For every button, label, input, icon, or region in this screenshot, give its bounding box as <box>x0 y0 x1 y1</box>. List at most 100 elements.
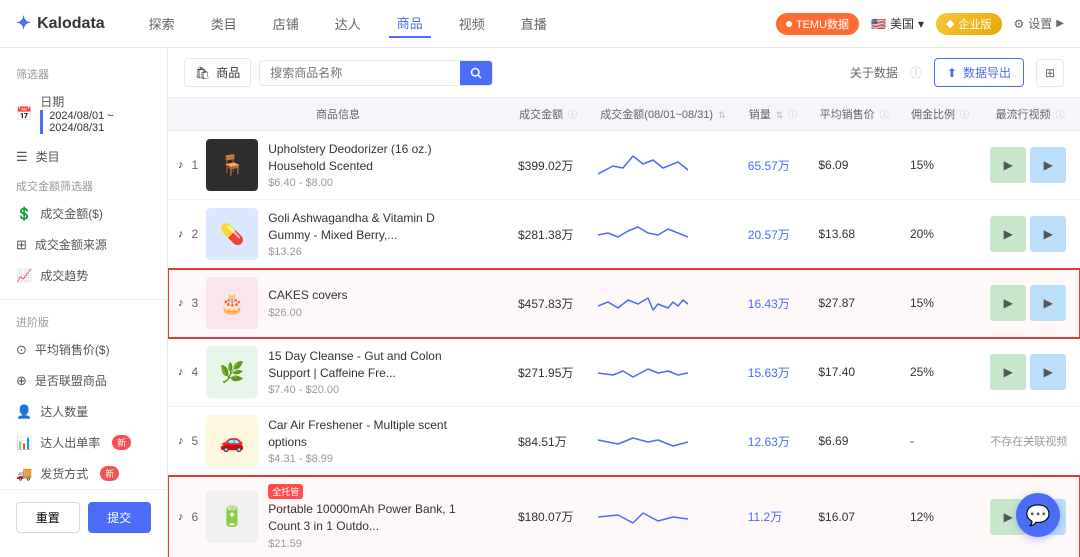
sidebar-item-amount-source[interactable]: ⊞ 成交金额来源 <box>0 229 167 260</box>
commission-value: 25% <box>910 365 934 379</box>
table-row[interactable]: ♪ 6 🔋 全托管 Portable 10000mAh Power Bank, … <box>168 476 1080 557</box>
commission-value: - <box>910 434 914 448</box>
product-image: 🎂 <box>206 277 258 329</box>
avg-price-cell: $17.40 <box>808 338 900 407</box>
sidebar-item-avg-price[interactable]: ⊙ 平均销售价($) <box>0 334 167 365</box>
grid-icon: ⊞ <box>1045 66 1055 80</box>
product-price: $4.31 - $8.99 <box>268 453 468 465</box>
reset-button[interactable]: 重置 <box>16 502 80 533</box>
video-thumb-1[interactable]: ▶ <box>990 147 1026 183</box>
video-thumbnails: ▶ ▶ <box>990 147 1070 183</box>
rank-number: 5 <box>192 434 199 448</box>
table-row[interactable]: ♪ 4 🌿 15 Day Cleanse - Gut and Colon Sup… <box>168 338 1080 407</box>
enterprise-label: 企业版 <box>959 16 992 32</box>
temu-badge[interactable]: TEMU数据 <box>776 13 859 35</box>
dollar-icon: 💲 <box>16 206 32 222</box>
tiktok-icon: ♪ <box>178 228 184 240</box>
submit-button[interactable]: 提交 <box>88 502 152 533</box>
search-input[interactable] <box>260 61 460 85</box>
logo[interactable]: ✦ Kalodata <box>16 13 105 34</box>
video-thumb-2[interactable]: ▶ <box>1030 216 1066 252</box>
chat-icon: 💬 <box>1026 503 1051 528</box>
col-amount[interactable]: 成交金额 ⓘ <box>508 98 588 131</box>
col-avg-price[interactable]: 平均销售价 ⓘ <box>808 98 900 131</box>
nav-video[interactable]: 视频 <box>451 10 493 37</box>
product-info: 15 Day Cleanse - Gut and Colon Support |… <box>268 348 468 397</box>
col-sales[interactable]: 销量 ⇅ ⓘ <box>738 98 809 131</box>
sidebar-item-creator-single[interactable]: 📊 达人出单率 新 <box>0 427 167 458</box>
enterprise-badge[interactable]: ◆ 企业版 <box>936 13 1001 35</box>
sidebar-item-creator-count[interactable]: 👤 达人数量 <box>0 396 167 427</box>
sales-value: 16.43万 <box>748 297 790 311</box>
table-row[interactable]: ♪ 1 🪑 Upholstery Deodorizer (16 oz.) Hou… <box>168 131 1080 200</box>
help-text[interactable]: 关于数据 <box>850 64 898 81</box>
amount-value: $399.02万 <box>518 159 573 173</box>
amount-cell: $399.02万 <box>508 131 588 200</box>
chevron-right-icon: ▶ <box>1056 18 1064 29</box>
col-commission[interactable]: 佣金比例 ⓘ <box>900 98 980 131</box>
product-info: 全托管 Portable 10000mAh Power Bank, 1 Coun… <box>268 484 468 550</box>
video-thumb-2[interactable]: ▶ <box>1030 354 1066 390</box>
amount-value: $281.38万 <box>518 228 573 242</box>
product-info: Goli Ashwagandha & Vitamin D Gummy - Mix… <box>268 210 468 259</box>
product-cell: 🚗 Car Air Freshener - Multiple scent opt… <box>206 415 468 467</box>
logo-icon: ✦ <box>16 13 31 34</box>
nav-store[interactable]: 店铺 <box>265 10 307 37</box>
table-row[interactable]: ♪ 3 🎂 CAKES covers $26.00 $457.83万 16.43… <box>168 269 1080 338</box>
nav-creator[interactable]: 达人 <box>327 10 369 37</box>
sidebar-divider-1 <box>0 299 167 300</box>
monthly-chart-cell <box>588 407 738 476</box>
amount-cell: $271.95万 <box>508 338 588 407</box>
export-button[interactable]: ⬆ 数据导出 <box>934 58 1024 87</box>
content-area: 🛍 商品 关于数据 ⓘ ⬆ <box>168 48 1080 557</box>
product-cell: 🌿 15 Day Cleanse - Gut and Colon Support… <box>206 346 468 398</box>
nav-category[interactable]: 类目 <box>203 10 245 37</box>
ship-icon: 🚚 <box>16 466 32 482</box>
sidebar-item-amount-s[interactable]: 💲 成交金额($) <box>0 198 167 229</box>
region-selector[interactable]: 🇺🇸 美国 ▾ <box>871 15 924 32</box>
rank-cell: ♪ 3 🎂 CAKES covers $26.00 <box>168 269 508 338</box>
video-thumb-2[interactable]: ▶ <box>1030 147 1066 183</box>
col-monthly-amount[interactable]: 成交金额(08/01~08/31) ⇅ <box>588 98 738 131</box>
sales-help-icon: ⓘ <box>788 110 797 120</box>
amount-filter-label: 成交金额筛选器 <box>0 172 167 198</box>
col-trending-video[interactable]: 最流行视频 ⓘ <box>980 98 1080 131</box>
play-icon: ▶ <box>1044 227 1053 241</box>
view-toggle-button[interactable]: ⊞ <box>1036 59 1064 87</box>
nav-explore[interactable]: 探索 <box>141 10 183 37</box>
sidebar-item-date[interactable]: 📅 日期 2024/08/01 ~ 2024/08/31 <box>0 86 167 141</box>
sidebar-item-ship-method[interactable]: 🚚 发货方式 新 <box>0 458 167 489</box>
product-cell: 💊 Goli Ashwagandha & Vitamin D Gummy - M… <box>206 208 468 260</box>
product-image: 🌿 <box>206 346 258 398</box>
amount-value: $457.83万 <box>518 297 573 311</box>
chat-button[interactable]: 💬 <box>1016 493 1060 537</box>
product-type-button[interactable]: 🛍 商品 <box>184 58 251 87</box>
nav-live[interactable]: 直播 <box>513 10 555 37</box>
sidebar-item-amount-trend[interactable]: 📈 成交趋势 <box>0 260 167 291</box>
sidebar-item-affiliate[interactable]: ⊕ 是否联盟商品 <box>0 365 167 396</box>
table-row[interactable]: ♪ 2 💊 Goli Ashwagandha & Vitamin D Gummy… <box>168 200 1080 269</box>
nav-product[interactable]: 商品 <box>389 9 431 38</box>
avg-price-cell: $16.07 <box>808 476 900 557</box>
trend-icon: 📈 <box>16 268 32 284</box>
export-label: 数据导出 <box>963 64 1011 81</box>
sidebar-item-category[interactable]: ☰ 类目 <box>0 141 167 172</box>
search-button[interactable] <box>460 61 492 85</box>
product-cell: 🪑 Upholstery Deodorizer (16 oz.) Househo… <box>206 139 468 191</box>
creator-count-label: 达人数量 <box>40 403 88 420</box>
product-cell: 🔋 全托管 Portable 10000mAh Power Bank, 1 Co… <box>206 484 468 550</box>
play-icon: ▶ <box>1004 296 1013 310</box>
main-layout: 筛选器 📅 日期 2024/08/01 ~ 2024/08/31 ☰ 类目 成交… <box>0 48 1080 557</box>
video-thumb-1[interactable]: ▶ <box>990 354 1026 390</box>
product-image: 🚗 <box>206 415 258 467</box>
video-thumb-1[interactable]: ▶ <box>990 285 1026 321</box>
video-thumb-1[interactable]: ▶ <box>990 216 1026 252</box>
date-label: 日期 <box>40 93 151 110</box>
product-price: $13.26 <box>268 246 468 258</box>
video-thumbnails: ▶ ▶ <box>990 354 1070 390</box>
play-icon: ▶ <box>1004 227 1013 241</box>
video-thumb-2[interactable]: ▶ <box>1030 285 1066 321</box>
table-row[interactable]: ♪ 5 🚗 Car Air Freshener - Multiple scent… <box>168 407 1080 476</box>
upload-icon: ⬆ <box>947 66 957 80</box>
settings-button[interactable]: ⚙ 设置 ▶ <box>1014 15 1064 32</box>
